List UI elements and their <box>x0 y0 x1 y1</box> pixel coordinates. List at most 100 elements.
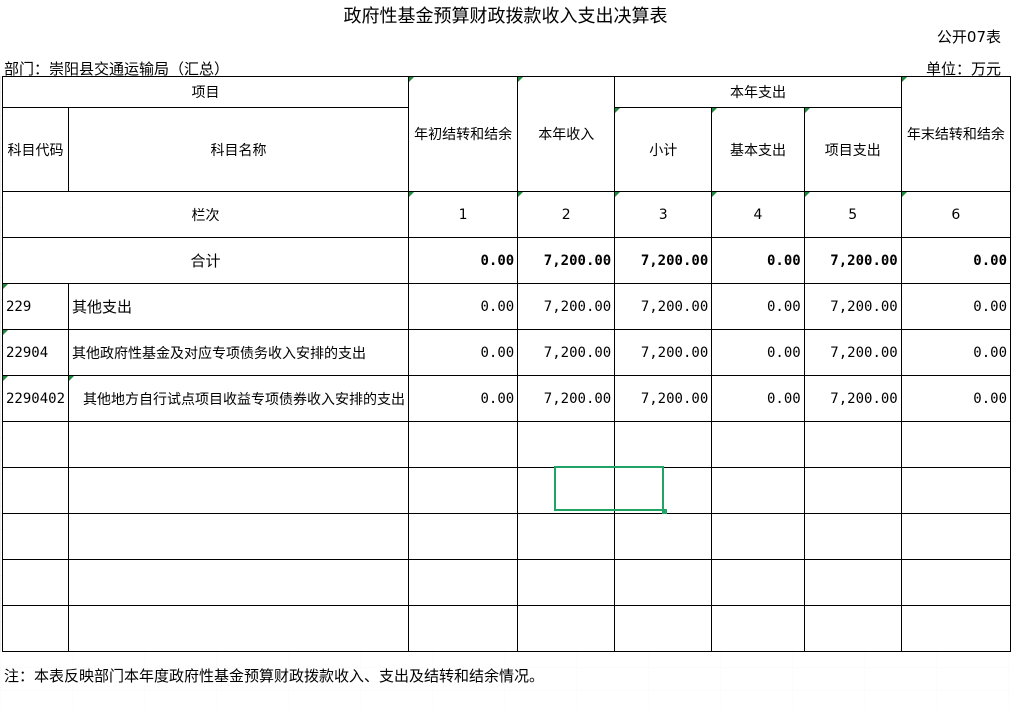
row-project[interactable]: 7,200.00 <box>803 283 902 330</box>
total-subtotal[interactable]: 7,200.00 <box>614 237 713 284</box>
empty-cell[interactable] <box>517 559 616 606</box>
footnote: 注：本表反映部门本年度政府性基金预算财政拨款收入、支出及结转和结余情况。 <box>4 667 545 685</box>
cell-selection-border <box>554 466 664 511</box>
row-name[interactable]: 其他支出 <box>68 283 410 330</box>
header-basic[interactable]: 基本支出 <box>711 107 805 192</box>
empty-cell[interactable] <box>614 605 713 652</box>
header-income[interactable]: 本年收入 <box>517 76 616 192</box>
empty-cell[interactable] <box>711 421 805 468</box>
empty-cell[interactable] <box>614 421 713 468</box>
empty-cell[interactable] <box>711 559 805 606</box>
row-closing[interactable]: 0.00 <box>900 329 1011 376</box>
row-opening[interactable]: 0.00 <box>408 283 519 330</box>
empty-cell[interactable] <box>711 513 805 560</box>
row-closing[interactable]: 0.00 <box>900 375 1011 422</box>
empty-cell[interactable] <box>408 513 519 560</box>
empty-cell[interactable] <box>614 559 713 606</box>
empty-cell[interactable] <box>1 421 70 468</box>
total-basic[interactable]: 0.00 <box>711 237 805 284</box>
row-subtotal[interactable]: 7,200.00 <box>614 283 713 330</box>
empty-row <box>1 559 1011 606</box>
empty-cell[interactable] <box>68 421 410 468</box>
total-opening[interactable]: 0.00 <box>408 237 519 284</box>
row-opening[interactable]: 0.00 <box>408 375 519 422</box>
empty-cell[interactable] <box>1 605 70 652</box>
empty-cell[interactable] <box>1 559 70 606</box>
row-code[interactable]: 229 <box>1 283 70 330</box>
empty-cell[interactable] <box>1 513 70 560</box>
header-item[interactable]: 项目 <box>1 76 410 108</box>
total-project[interactable]: 7,200.00 <box>803 237 902 284</box>
empty-cell[interactable] <box>900 513 1011 560</box>
row-income[interactable]: 7,200.00 <box>517 375 616 422</box>
row-subtotal[interactable]: 7,200.00 <box>614 329 713 376</box>
column-index-3[interactable]: 3 <box>614 191 713 238</box>
header-subtotal[interactable]: 小计 <box>614 107 713 192</box>
table-row: 229 其他支出 0.00 7,200.00 7,200.00 0.00 7,2… <box>1 283 1011 330</box>
column-index-5[interactable]: 5 <box>803 191 902 238</box>
row-income[interactable]: 7,200.00 <box>517 283 616 330</box>
header-expense[interactable]: 本年支出 <box>614 76 902 108</box>
empty-cell[interactable] <box>68 513 410 560</box>
empty-cell[interactable] <box>900 467 1011 514</box>
empty-row <box>1 467 1011 514</box>
row-name[interactable]: 其他地方自行试点项目收益专项债券收入安排的支出 <box>68 375 410 422</box>
row-basic[interactable]: 0.00 <box>711 283 805 330</box>
empty-row <box>1 513 1011 560</box>
empty-cell[interactable] <box>68 467 410 514</box>
row-basic[interactable]: 0.00 <box>711 375 805 422</box>
total-income[interactable]: 7,200.00 <box>517 237 616 284</box>
column-index-1[interactable]: 1 <box>408 191 519 238</box>
empty-cell[interactable] <box>803 467 902 514</box>
empty-cell[interactable] <box>803 605 902 652</box>
budget-table: 项目 年初结转和结余 本年收入 本年支出 年末结转和结余 科目代码 科目名称 小… <box>1 76 1011 652</box>
empty-cell[interactable] <box>517 513 616 560</box>
empty-cell[interactable] <box>803 421 902 468</box>
row-opening[interactable]: 0.00 <box>408 329 519 376</box>
form-number: 公开07表 <box>936 28 1001 46</box>
empty-cell[interactable] <box>803 513 902 560</box>
empty-cell[interactable] <box>1 467 70 514</box>
row-code[interactable]: 2290402 <box>1 375 70 422</box>
column-index-6[interactable]: 6 <box>900 191 1011 238</box>
empty-cell[interactable] <box>408 467 519 514</box>
row-basic[interactable]: 0.00 <box>711 329 805 376</box>
empty-row <box>1 421 1011 468</box>
row-closing[interactable]: 0.00 <box>900 283 1011 330</box>
empty-cell[interactable] <box>711 605 805 652</box>
header-opening[interactable]: 年初结转和结余 <box>408 76 519 192</box>
empty-cell[interactable] <box>900 421 1011 468</box>
table-row: 2290402 其他地方自行试点项目收益专项债券收入安排的支出 0.00 7,2… <box>1 375 1011 422</box>
empty-cell[interactable] <box>408 559 519 606</box>
table-row: 22904 其他政府性基金及对应专项债务收入安排的支出 0.00 7,200.0… <box>1 329 1011 376</box>
empty-cell[interactable] <box>68 605 410 652</box>
empty-cell[interactable] <box>517 421 616 468</box>
report-title: 政府性基金预算财政拨款收入支出决算表 <box>343 6 668 27</box>
empty-cell[interactable] <box>68 559 410 606</box>
empty-cell[interactable] <box>900 605 1011 652</box>
empty-cell[interactable] <box>711 467 805 514</box>
total-label[interactable]: 合计 <box>1 237 410 284</box>
empty-cell[interactable] <box>408 605 519 652</box>
empty-cell[interactable] <box>614 513 713 560</box>
row-income[interactable]: 7,200.00 <box>517 329 616 376</box>
row-project[interactable]: 7,200.00 <box>803 375 902 422</box>
header-code[interactable]: 科目代码 <box>1 107 70 192</box>
empty-row <box>1 605 1011 652</box>
fill-handle[interactable] <box>662 509 667 514</box>
row-subtotal[interactable]: 7,200.00 <box>614 375 713 422</box>
row-project[interactable]: 7,200.00 <box>803 329 902 376</box>
empty-cell[interactable] <box>900 559 1011 606</box>
total-closing[interactable]: 0.00 <box>900 237 1011 284</box>
empty-cell[interactable] <box>408 421 519 468</box>
row-name[interactable]: 其他政府性基金及对应专项债务收入安排的支出 <box>68 329 410 376</box>
empty-cell[interactable] <box>517 605 616 652</box>
column-index-4[interactable]: 4 <box>711 191 805 238</box>
empty-cell[interactable] <box>803 559 902 606</box>
column-index-2[interactable]: 2 <box>517 191 616 238</box>
row-code[interactable]: 22904 <box>1 329 70 376</box>
column-index-label[interactable]: 栏次 <box>1 191 410 238</box>
header-closing[interactable]: 年末结转和结余 <box>900 76 1011 192</box>
header-project[interactable]: 项目支出 <box>803 107 902 192</box>
header-name[interactable]: 科目名称 <box>68 107 410 192</box>
